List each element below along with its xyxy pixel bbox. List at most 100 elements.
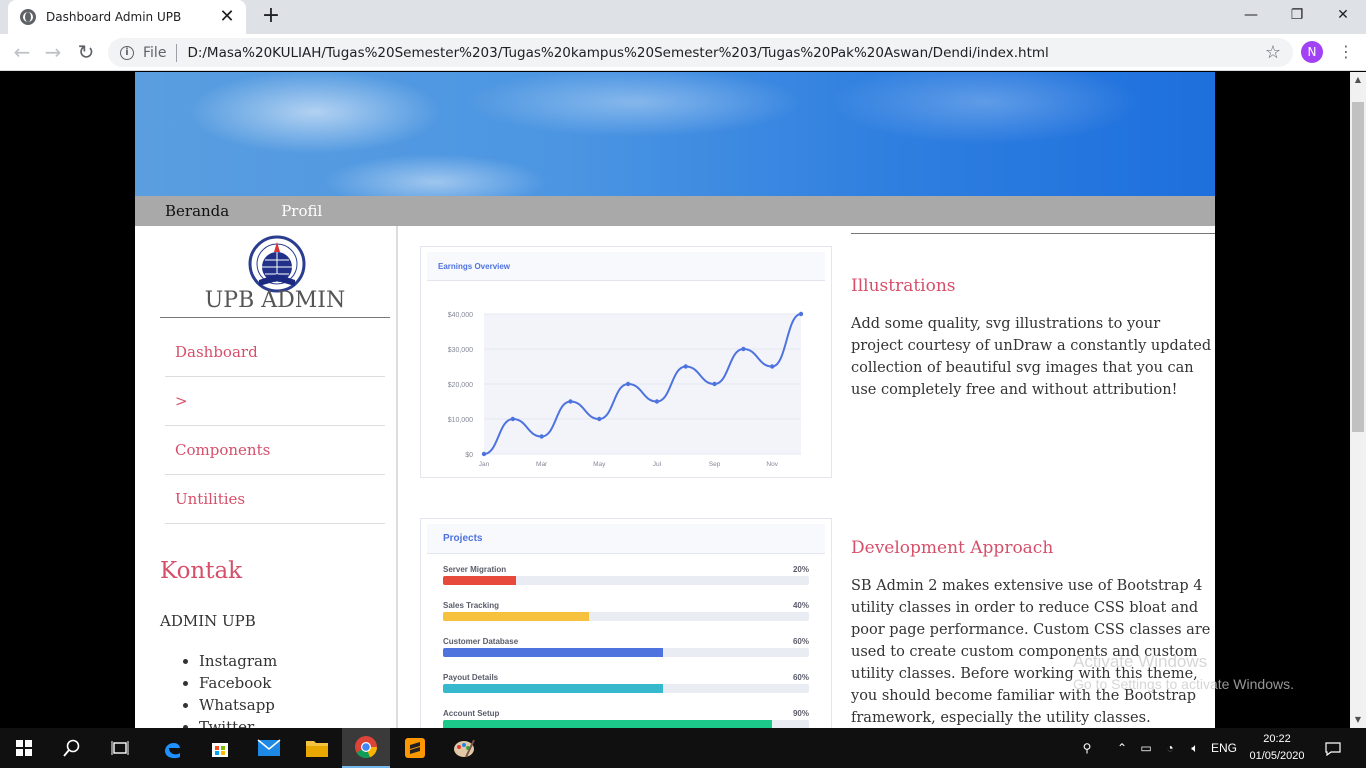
battery-icon[interactable]: ▭ <box>1136 728 1156 768</box>
reload-icon[interactable]: ↻ <box>73 39 99 65</box>
data-point[interactable] <box>769 364 775 369</box>
y-tick-label: $20,000 <box>448 382 473 389</box>
data-point[interactable] <box>481 451 487 457</box>
back-arrow-icon[interactable]: ← <box>9 39 35 65</box>
new-tab-button[interactable]: + <box>259 4 283 28</box>
data-point[interactable] <box>597 416 602 422</box>
y-tick-label: $40,000 <box>448 312 473 319</box>
progress-fill <box>443 612 590 621</box>
url-scheme: File <box>143 44 167 61</box>
file-explorer-icon[interactable] <box>293 728 341 768</box>
system-clock[interactable]: 20:22 01/05/2020 <box>1245 731 1309 765</box>
nav-profil[interactable]: Profil <box>251 202 344 220</box>
menu-item-arrow[interactable]: > <box>165 377 385 426</box>
profile-avatar[interactable]: N <box>1301 41 1323 63</box>
earnings-card: Earnings Overview $0 $10,000 $20,000 $30,00… <box>420 246 832 478</box>
contact-heading: Kontak <box>160 558 243 584</box>
menu-item-components[interactable]: Components <box>165 426 385 475</box>
top-navigation: Beranda Profil <box>135 196 1215 226</box>
data-point[interactable] <box>625 381 631 387</box>
show-hidden-icons-chevron-icon[interactable]: ⌃ <box>1112 728 1132 768</box>
globe-icon <box>20 9 36 25</box>
tab-title: Dashboard Admin UPB <box>46 10 182 24</box>
illustrations-text: Add some quality, svg illustrations to y… <box>851 316 1212 398</box>
data-point[interactable] <box>712 381 717 387</box>
x-tick-label: Jul <box>653 461 662 468</box>
url-text[interactable]: D:/Masa%20KULIAH/Tugas%20Semester%203/Tu… <box>187 45 1264 61</box>
task-view-icon[interactable] <box>96 728 144 768</box>
social-twitter[interactable]: Twitter <box>199 716 277 728</box>
project-name: Customer Database <box>443 637 519 646</box>
notification-center-icon[interactable] <box>1318 728 1348 768</box>
windows-taskbar: ⚲ ⌃ ▭ ◔ 🔈︎ ENG 20:22 01/05/2020 <box>0 728 1366 768</box>
menu-item-dashboard[interactable]: Dashboard <box>165 328 385 377</box>
social-facebook[interactable]: Facebook <box>199 672 277 694</box>
data-point[interactable] <box>568 399 573 404</box>
menu-item-utilities[interactable]: Untilities <box>165 475 385 524</box>
restore-button[interactable]: ❐ <box>1274 0 1320 30</box>
url-separator <box>176 43 178 62</box>
social-whatsapp[interactable]: Whatsapp <box>199 694 277 716</box>
progress-track <box>443 648 809 657</box>
project-name: Payout Details <box>443 673 499 682</box>
forward-arrow-icon[interactable]: → <box>40 39 66 65</box>
language-indicator[interactable]: ENG <box>1208 728 1240 768</box>
bookmark-star-icon[interactable]: ☆ <box>1265 42 1281 63</box>
projects-card: Projects Server Migration 20% Sales Tracki… <box>420 518 832 728</box>
page-scrollbar[interactable]: ▲ ▼ <box>1350 72 1366 728</box>
info-icon[interactable]: i <box>120 45 134 60</box>
brand-title: UPB ADMIN <box>160 288 390 318</box>
more-menu-icon[interactable]: ⋮ <box>1338 41 1354 63</box>
scroll-up-arrow-icon[interactable]: ▲ <box>1350 72 1366 88</box>
x-tick-label: Nov <box>766 461 778 468</box>
tab-close-button[interactable]: ✕ <box>218 8 236 26</box>
sidebar-menu: Dashboard > Components Untilities <box>165 328 385 524</box>
social-instagram[interactable]: Instagram <box>199 650 277 672</box>
y-tick-label: $0 <box>465 452 473 459</box>
page-container: Beranda Profil UPB ADMIN Dashboard > Com… <box>135 72 1215 728</box>
nav-beranda[interactable]: Beranda <box>135 202 251 220</box>
data-point[interactable] <box>798 311 804 317</box>
data-point[interactable] <box>654 399 660 404</box>
close-window-button[interactable]: ✕ <box>1320 0 1366 30</box>
progress-fill <box>443 720 773 728</box>
people-icon[interactable]: ⚲ <box>1075 728 1099 768</box>
volume-icon[interactable]: 🔈︎ <box>1184 728 1206 768</box>
sidebar: UPB ADMIN Dashboard > Components Untilit… <box>135 226 398 728</box>
project-percent: 60% <box>792 673 809 682</box>
progress-track <box>443 720 809 728</box>
y-tick-label: $30,000 <box>448 347 473 354</box>
activate-windows-title: Activate Windows <box>1073 652 1208 671</box>
data-point[interactable] <box>510 416 516 422</box>
browser-tab-strip: Dashboard Admin UPB ✕ + — ❐ ✕ <box>0 0 1366 34</box>
x-tick-label: Jan <box>479 461 490 468</box>
page-viewport: Beranda Profil UPB ADMIN Dashboard > Com… <box>0 72 1350 728</box>
search-icon[interactable] <box>48 728 96 768</box>
data-point[interactable] <box>539 434 544 439</box>
edge-browser-icon[interactable] <box>148 728 196 768</box>
paint-icon[interactable] <box>440 728 488 768</box>
activate-windows-subtitle: Go to Settings to activate Windows. <box>1073 676 1294 692</box>
project-percent: 60% <box>792 637 809 646</box>
data-point[interactable] <box>683 364 688 369</box>
data-point[interactable] <box>741 346 746 352</box>
store-icon[interactable] <box>196 728 244 768</box>
browser-tab[interactable]: Dashboard Admin UPB ✕ <box>8 0 246 34</box>
address-bar[interactable]: i File D:/Masa%20KULIAH/Tugas%20Semester… <box>108 38 1293 67</box>
project-percent: 90% <box>792 709 809 718</box>
progress-fill <box>443 648 663 657</box>
clock-date: 01/05/2020 <box>1249 750 1305 762</box>
browser-toolbar: ← → ↻ i File D:/Masa%20KULIAH/Tugas%20Se… <box>0 34 1366 71</box>
chrome-icon[interactable] <box>342 728 390 768</box>
progress-fill <box>443 576 517 585</box>
minimize-button[interactable]: — <box>1228 0 1274 30</box>
windows-start-icon[interactable] <box>0 728 48 768</box>
mail-icon[interactable] <box>245 728 293 768</box>
scrollbar-thumb[interactable] <box>1352 102 1364 432</box>
divider-line <box>851 233 1215 234</box>
scroll-down-arrow-icon[interactable]: ▼ <box>1350 712 1366 728</box>
x-tick-label: May <box>593 461 606 468</box>
wifi-icon[interactable]: ◔ <box>1160 728 1180 768</box>
projects-card-title: Projects <box>427 524 825 554</box>
sublime-text-icon[interactable] <box>391 728 439 768</box>
